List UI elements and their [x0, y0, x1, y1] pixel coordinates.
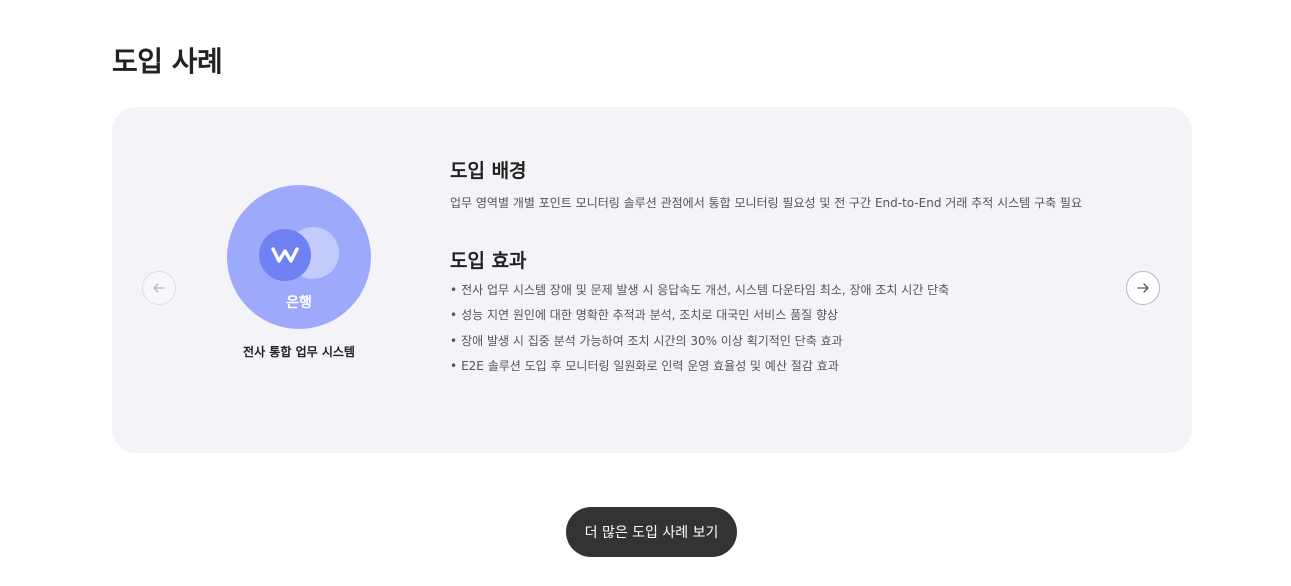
- more-cases-button[interactable]: 더 많은 도입 사례 보기: [566, 507, 737, 557]
- effect-heading: 도입 효과: [450, 250, 527, 272]
- client-system-name: 전사 통합 업무 시스템: [243, 345, 355, 359]
- logo-circle-front: [259, 229, 311, 281]
- client-name: 은행: [286, 295, 312, 311]
- background-text: 업무 영역별 개별 포인트 모니터링 솔루션 관점에서 통합 모니터링 필요성 …: [450, 196, 1083, 210]
- w-mark-icon: [271, 247, 299, 263]
- effect-list: 전사 업무 시스템 장애 및 문제 발생 시 응답속도 개선, 시스템 다운타임…: [450, 283, 949, 384]
- effect-item: 성능 지연 원인에 대한 명확한 추적과 분석, 조치로 대국민 서비스 품질 …: [450, 308, 949, 323]
- arrow-left-icon: [153, 283, 165, 293]
- next-slide-button[interactable]: [1126, 271, 1160, 305]
- effect-item: 장애 발생 시 집중 분석 가능하여 조치 시간의 30% 이상 획기적인 단축…: [450, 334, 949, 349]
- case-study-card: 은행 전사 통합 업무 시스템 도입 배경 업무 영역별 개별 포인트 모니터링…: [112, 107, 1192, 453]
- prev-slide-button[interactable]: [142, 271, 176, 305]
- effect-item: 전사 업무 시스템 장애 및 문제 발생 시 응답속도 개선, 시스템 다운타임…: [450, 283, 949, 298]
- arrow-right-icon: [1137, 283, 1149, 293]
- effect-item: E2E 솔루션 도입 후 모니터링 일원화로 인력 운영 효율성 및 예산 절감…: [450, 359, 949, 374]
- section-title: 도입 사례: [112, 45, 223, 78]
- client-logo: 은행: [227, 185, 371, 329]
- background-heading: 도입 배경: [450, 160, 527, 182]
